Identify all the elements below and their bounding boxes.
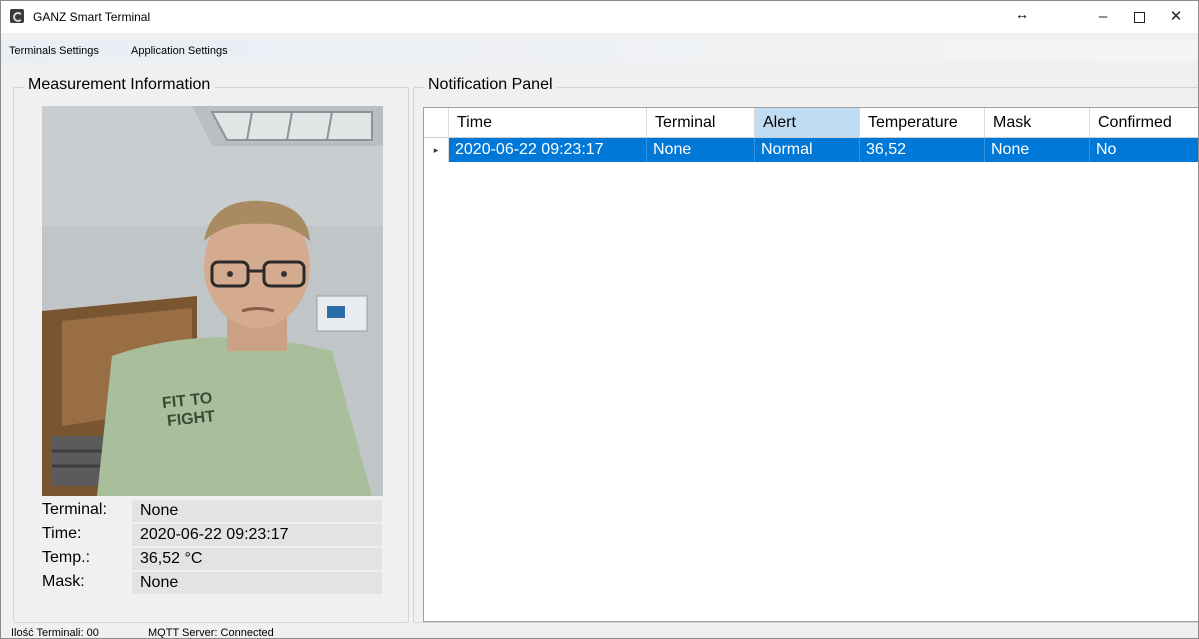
- table-row[interactable]: ▸ 2020-06-22 09:23:17 None Normal 36,52 …: [424, 138, 1198, 162]
- maximize-button[interactable]: [1119, 1, 1159, 33]
- measurement-panel-title: Measurement Information: [24, 76, 215, 94]
- row-header-corner[interactable]: [424, 108, 449, 137]
- notification-panel: Notification Panel Time Terminal Alert T…: [413, 76, 1198, 623]
- info-row-time: Time: 2020-06-22 09:23:17: [42, 524, 396, 546]
- title-bar[interactable]: GANZ Smart Terminal ↔ – ✕: [1, 1, 1198, 33]
- notifications-grid[interactable]: Time Terminal Alert Temperature Mask Con…: [423, 107, 1198, 622]
- menu-application-settings[interactable]: Application Settings: [131, 45, 228, 57]
- status-mqtt-connection: MQTT Server: Connected: [148, 627, 274, 639]
- column-header-mask[interactable]: Mask: [985, 108, 1090, 137]
- info-row-temp: Temp.: 36,52 °C: [42, 548, 396, 570]
- column-header-alert[interactable]: Alert: [755, 108, 860, 137]
- window-title: GANZ Smart Terminal: [33, 10, 151, 24]
- camera-illustration: FIT TO FIGHT: [42, 106, 383, 496]
- status-terminal-count: Ilość Terminali: 00: [11, 627, 99, 639]
- status-bar: Ilość Terminali: 00 MQTT Server: Connect…: [1, 623, 1198, 639]
- cell-mask[interactable]: None: [985, 138, 1090, 162]
- maximize-icon: [1133, 11, 1145, 23]
- time-label: Time:: [42, 525, 82, 542]
- cell-time[interactable]: 2020-06-22 09:23:17: [449, 138, 647, 162]
- column-header-confirmed[interactable]: Confirmed: [1090, 108, 1198, 137]
- mask-label: Mask:: [42, 573, 85, 590]
- temp-value: 36,52 °C: [132, 548, 382, 570]
- cell-temperature[interactable]: 36,52: [860, 138, 985, 162]
- time-value: 2020-06-22 09:23:17: [132, 524, 382, 546]
- terminal-label: Terminal:: [42, 501, 107, 518]
- close-button[interactable]: ✕: [1156, 1, 1196, 33]
- grid-header: Time Terminal Alert Temperature Mask Con…: [424, 108, 1198, 138]
- column-header-time[interactable]: Time: [449, 108, 647, 137]
- app-window: GANZ Smart Terminal ↔ – ✕ Terminals Sett…: [0, 0, 1199, 639]
- info-row-mask: Mask: None: [42, 572, 396, 594]
- column-header-temperature[interactable]: Temperature: [860, 108, 985, 137]
- notification-panel-title: Notification Panel: [424, 76, 557, 94]
- mask-value: None: [132, 572, 382, 594]
- row-selector-icon[interactable]: ▸: [424, 138, 449, 162]
- column-header-terminal[interactable]: Terminal: [647, 108, 755, 137]
- menu-bar: Terminals Settings Application Settings: [1, 40, 1198, 62]
- cell-confirmed[interactable]: No: [1090, 138, 1198, 162]
- camera-feed-image: FIT TO FIGHT: [42, 106, 383, 496]
- menu-terminals-settings[interactable]: Terminals Settings: [9, 45, 99, 57]
- app-logo-icon: [10, 9, 24, 23]
- cell-alert[interactable]: Normal: [755, 138, 860, 162]
- temp-label: Temp.:: [42, 549, 91, 566]
- resize-icon[interactable]: ↔: [1015, 6, 1029, 22]
- minimize-button[interactable]: –: [1083, 1, 1123, 33]
- measurement-panel: Measurement Information FIT TO FIGHT Ter…: [13, 76, 409, 623]
- info-row-terminal: Terminal: None: [42, 500, 396, 522]
- terminal-value: None: [132, 500, 382, 522]
- cell-terminal[interactable]: None: [647, 138, 755, 162]
